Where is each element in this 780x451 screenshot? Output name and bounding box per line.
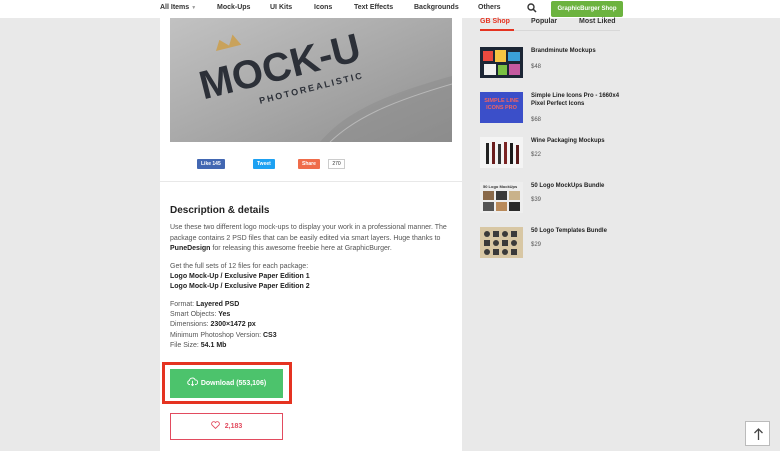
product-price: $39	[531, 197, 542, 203]
nav-backgrounds[interactable]: Backgrounds	[414, 4, 459, 11]
spec-label: Format:	[170, 301, 195, 308]
cloud-download-icon	[187, 377, 198, 387]
product-name: Brandminute Mockups	[531, 48, 596, 54]
description-title: Description & details	[170, 205, 270, 216]
edition-2-link[interactable]: Logo Mock-Up / Exclusive Paper Edition 2	[170, 283, 310, 290]
spec-label: Minimum Photoshop Version:	[170, 332, 262, 339]
nav-ui-kits[interactable]: UI Kits	[270, 4, 292, 11]
sidebar-product-simple-line-icons[interactable]: SIMPLE LINE ICONS PRO Simple Line Icons …	[480, 92, 625, 136]
sidebar-product-brandminute[interactable]: Brandminute Mockups $48	[480, 47, 625, 91]
search-icon[interactable]	[527, 3, 537, 13]
top-navigation: All Items ▼ Mock-Ups UI Kits Icons Text E…	[0, 0, 780, 18]
full-sets-text: Get the full sets of 12 files for each p…	[170, 263, 309, 270]
like-count: 2,183	[224, 423, 243, 430]
author-link[interactable]: PuneDesign	[170, 245, 210, 252]
product-thumbnail	[480, 137, 523, 168]
main-content: MOCK-U PHOTOREALISTIC Like 145 Tweet Sha…	[160, 18, 462, 451]
nav-text-effects[interactable]: Text Effects	[354, 4, 393, 11]
divider	[160, 181, 462, 182]
spec-file-size: File Size: 54.1 Mb	[170, 342, 226, 349]
nav-mock-ups[interactable]: Mock-Ups	[217, 4, 250, 11]
product-name: Simple Line Icons Pro - 1660x4 Pixel Per…	[531, 93, 620, 107]
intro-text-end: for releasing this awesome freebie here …	[210, 245, 392, 252]
tab-most-liked[interactable]: Most Liked	[579, 18, 616, 25]
nav-all-items[interactable]: All Items ▼	[160, 4, 196, 11]
spec-value: 54.1 Mb	[200, 342, 227, 349]
spec-value: Yes	[218, 311, 231, 318]
back-to-top-button[interactable]	[745, 421, 770, 446]
share-bar: Like 145 Tweet Share 270	[160, 157, 462, 171]
nav-others[interactable]: Others	[478, 4, 501, 11]
spec-label: Smart Objects:	[170, 311, 217, 318]
spec-smart-objects: Smart Objects: Yes	[170, 311, 230, 318]
preview-image: MOCK-U PHOTOREALISTIC	[170, 18, 452, 142]
tab-popular[interactable]: Popular	[531, 18, 557, 25]
product-price: $22	[531, 152, 542, 158]
spec-photoshop-version: Minimum Photoshop Version: CS3	[170, 332, 277, 339]
like-button[interactable]: 2,183	[170, 413, 283, 440]
product-thumbnail: SIMPLE LINE ICONS PRO	[480, 92, 523, 123]
tab-gb-shop[interactable]: GB Shop	[480, 18, 510, 25]
spec-value: Layered PSD	[196, 301, 240, 308]
product-thumbnail	[480, 47, 523, 78]
sidebar-product-wine-packaging[interactable]: Wine Packaging Mockups $22	[480, 137, 625, 181]
intro-text-start: Use these two different logo mock-ups to…	[170, 224, 447, 242]
product-price: $29	[531, 242, 542, 248]
download-label: Download (553,106)	[200, 380, 267, 387]
spec-dimensions: Dimensions: 2300×1472 px	[170, 321, 256, 328]
heart-icon	[210, 421, 220, 430]
share-button[interactable]: Share	[298, 159, 320, 169]
sidebar-product-logo-templates[interactable]: 50 Logo Templates Bundle $29	[480, 227, 625, 271]
active-tab-indicator	[480, 29, 514, 31]
share-count: 270	[328, 159, 345, 169]
facebook-like-button[interactable]: Like 145	[197, 159, 225, 169]
tweet-button[interactable]: Tweet	[253, 159, 275, 169]
spec-format: Format: Layered PSD	[170, 301, 239, 308]
sidebar: GB Shop Popular Most Liked Brandminute M…	[475, 18, 625, 258]
product-price: $48	[531, 64, 542, 70]
product-thumbnail: 50 Logo MockUps	[480, 182, 523, 213]
product-name: Wine Packaging Mockups	[531, 138, 605, 144]
product-price: $68	[531, 117, 542, 123]
sidebar-product-logo-mockups[interactable]: 50 Logo MockUps 50 Logo MockUps Bundle $…	[480, 182, 625, 226]
tweet-label: Tweet	[257, 161, 271, 167]
arrow-up-icon	[754, 428, 763, 440]
share-label: Share	[302, 161, 316, 167]
spec-value: CS3	[263, 332, 277, 339]
description-intro: Use these two different logo mock-ups to…	[170, 223, 458, 255]
chevron-down-icon: ▼	[191, 5, 197, 11]
nav-icons[interactable]: Icons	[314, 4, 332, 11]
download-button[interactable]: Download (553,106)	[170, 369, 283, 398]
thumbnail-text: 50 Logo MockUps	[483, 184, 518, 189]
product-thumbnail	[480, 227, 523, 258]
thumbnail-text: SIMPLE LINE ICONS PRO	[484, 98, 519, 111]
spec-label: File Size:	[170, 342, 199, 349]
spec-value: 2300×1472 px	[210, 321, 256, 328]
facebook-like-label: Like 145	[201, 161, 221, 167]
product-name: 50 Logo Templates Bundle	[531, 228, 607, 234]
edition-1-link[interactable]: Logo Mock-Up / Exclusive Paper Edition 1	[170, 273, 310, 280]
product-name: 50 Logo MockUps Bundle	[531, 183, 605, 189]
graphicburger-shop-button[interactable]: GraphicBurger Shop	[551, 1, 623, 17]
spec-label: Dimensions:	[170, 321, 209, 328]
nav-all-items-label: All Items	[160, 4, 190, 11]
mockup-preview-graphic: MOCK-U PHOTOREALISTIC	[170, 18, 452, 142]
